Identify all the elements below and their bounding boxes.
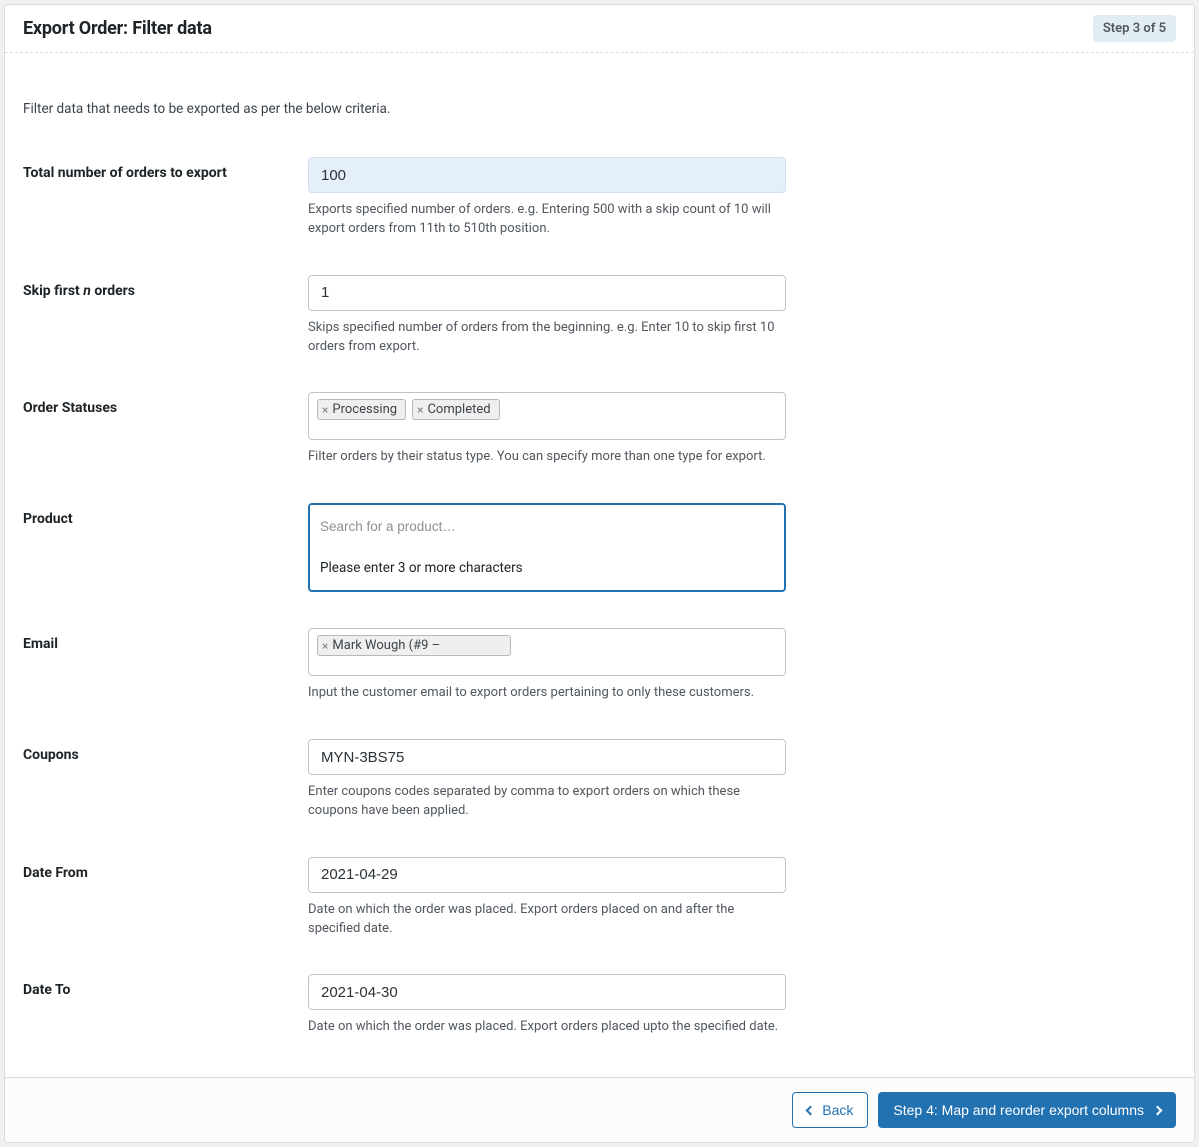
wizard-footer: Back Step 4: Map and reorder export colu… — [5, 1077, 1194, 1142]
row-order-statuses: Order Statuses × Processing × Completed … — [23, 392, 1176, 467]
product-search-input[interactable] — [310, 505, 784, 548]
date-to-input[interactable] — [308, 974, 786, 1010]
help-email: Input the customer email to export order… — [308, 684, 786, 703]
export-wizard-panel: Export Order: Filter data Step 3 of 5 Fi… — [4, 4, 1195, 1143]
step-badge: Step 3 of 5 — [1093, 15, 1176, 42]
label-email: Email — [23, 628, 308, 652]
help-order-statuses: Filter orders by their status type. You … — [308, 448, 786, 467]
back-button-label: Back — [822, 1102, 853, 1118]
email-select[interactable]: × Mark Wough (#9 – — [308, 628, 786, 676]
email-chip[interactable]: × Mark Wough (#9 – — [317, 635, 511, 656]
label-skip-orders: Skip first n orders — [23, 275, 308, 299]
coupons-input[interactable] — [308, 739, 786, 775]
intro-text: Filter data that needs to be exported as… — [23, 101, 1176, 117]
product-search-message: Please enter 3 or more characters — [310, 548, 784, 590]
row-total-orders: Total number of orders to export Exports… — [23, 157, 1176, 239]
help-date-from: Date on which the order was placed. Expo… — [308, 901, 786, 939]
status-chip-processing[interactable]: × Processing — [317, 399, 406, 420]
row-date-to: Date To Date on which the order was plac… — [23, 974, 1176, 1037]
label-date-to: Date To — [23, 974, 308, 998]
order-statuses-select[interactable]: × Processing × Completed — [308, 392, 786, 440]
help-date-to: Date on which the order was placed. Expo… — [308, 1018, 786, 1037]
remove-icon[interactable]: × — [322, 404, 328, 416]
next-button[interactable]: Step 4: Map and reorder export columns — [878, 1092, 1176, 1128]
row-date-from: Date From Date on which the order was pl… — [23, 857, 1176, 939]
next-button-label: Step 4: Map and reorder export columns — [893, 1102, 1144, 1118]
chip-label: Processing — [332, 402, 397, 417]
chevron-right-icon — [1153, 1105, 1163, 1115]
label-total-orders: Total number of orders to export — [23, 157, 308, 181]
chevron-left-icon — [806, 1105, 816, 1115]
label-product: Product — [23, 503, 308, 527]
date-from-input[interactable] — [308, 857, 786, 893]
label-date-from: Date From — [23, 857, 308, 881]
total-orders-input[interactable] — [308, 157, 786, 193]
remove-icon[interactable]: × — [322, 640, 328, 652]
chip-label: Mark Wough (#9 – — [332, 638, 440, 653]
help-skip-orders: Skips specified number of orders from th… — [308, 319, 786, 357]
row-skip-orders: Skip first n orders Skips specified numb… — [23, 275, 1176, 357]
panel-header: Export Order: Filter data Step 3 of 5 — [5, 5, 1194, 53]
panel-body: Filter data that needs to be exported as… — [5, 53, 1194, 1077]
row-email: Email × Mark Wough (#9 – Input the custo… — [23, 628, 1176, 703]
row-product: Product Please enter 3 or more character… — [23, 503, 1176, 592]
label-order-statuses: Order Statuses — [23, 392, 308, 416]
product-combobox[interactable]: Please enter 3 or more characters — [308, 503, 786, 592]
panel-title: Export Order: Filter data — [23, 18, 212, 39]
chip-label: Completed — [427, 402, 490, 417]
label-coupons: Coupons — [23, 739, 308, 763]
help-total-orders: Exports specified number of orders. e.g.… — [308, 201, 786, 239]
status-chip-completed[interactable]: × Completed — [412, 399, 500, 420]
remove-icon[interactable]: × — [417, 404, 423, 416]
skip-orders-input[interactable] — [308, 275, 786, 311]
back-button[interactable]: Back — [792, 1092, 868, 1128]
help-coupons: Enter coupons codes separated by comma t… — [308, 783, 786, 821]
row-coupons: Coupons Enter coupons codes separated by… — [23, 739, 1176, 821]
